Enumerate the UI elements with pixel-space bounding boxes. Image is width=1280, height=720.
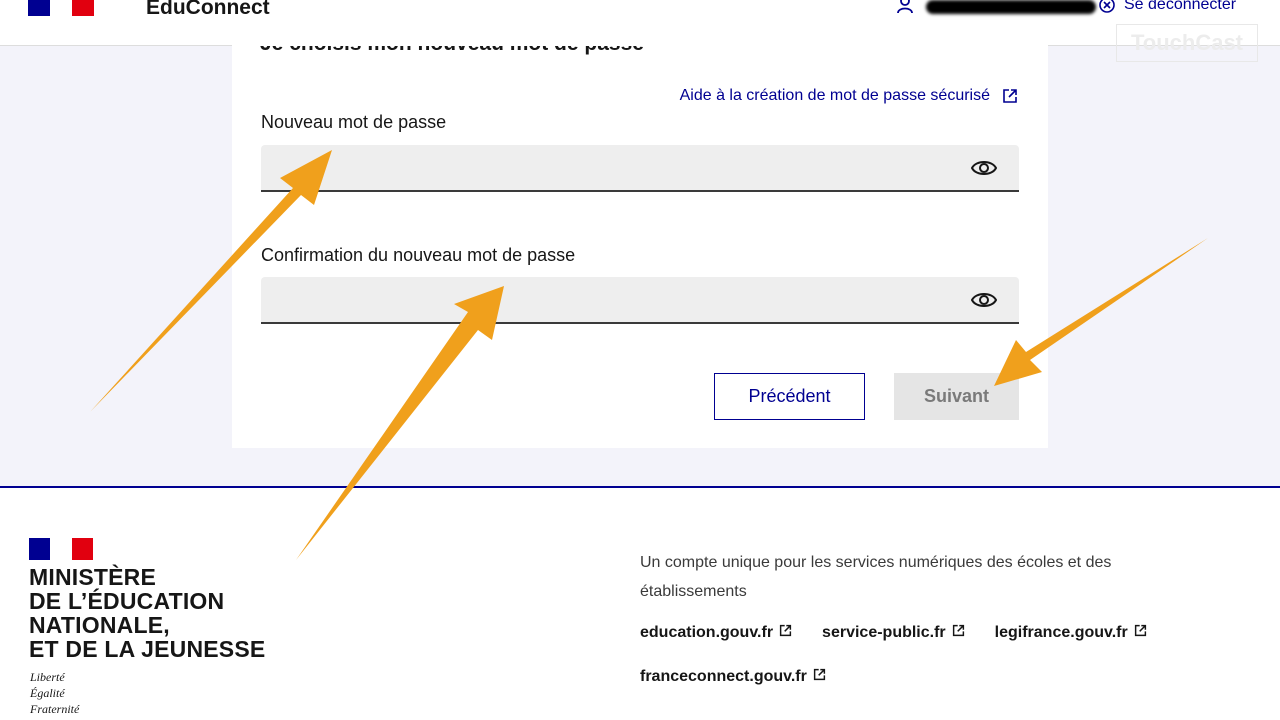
brand-name[interactable]: EduConnect xyxy=(146,0,270,20)
eye-icon[interactable] xyxy=(971,289,997,311)
footer-link-legifrance[interactable]: legifrance.gouv.fr xyxy=(995,624,1147,642)
confirm-password-label: Confirmation du nouveau mot de passe xyxy=(261,245,576,265)
password-form-card: Je choisis mon nouveau mot de passe Aide… xyxy=(232,40,1048,448)
footer-link-service-public[interactable]: service-public.fr xyxy=(822,624,965,642)
watermark: TouchCast xyxy=(1116,24,1258,62)
footer-link-education[interactable]: education.gouv.fr xyxy=(640,624,792,642)
new-password-input[interactable] xyxy=(261,145,1019,192)
footer-links: education.gouv.fr service-public.fr legi… xyxy=(640,624,1240,686)
confirm-password-input[interactable] xyxy=(261,277,1019,324)
logout-label: Se déconnecter xyxy=(1124,0,1237,13)
next-button[interactable]: Suivant xyxy=(894,373,1019,420)
marianne-flag-logo xyxy=(28,0,94,16)
password-help-link[interactable]: Aide à la création de mot de passe sécur… xyxy=(680,87,1018,105)
new-password-label: Nouveau mot de passe xyxy=(261,112,447,132)
marianne-flag-logo xyxy=(29,538,93,560)
footer-description: Un compte unique pour les services numér… xyxy=(640,554,1112,600)
external-link-icon xyxy=(813,668,825,680)
republic-motto: Liberté Égalité Fraternité xyxy=(30,670,80,716)
footer-link-franceconnect[interactable]: franceconnect.gouv.fr xyxy=(640,668,826,686)
redacted-username xyxy=(926,0,1096,14)
external-link-icon xyxy=(1003,89,1017,103)
external-link-icon xyxy=(1134,624,1146,636)
logout-button[interactable]: Se déconnecter xyxy=(1098,0,1236,14)
close-circle-icon xyxy=(1099,0,1115,13)
external-link-icon xyxy=(779,624,792,636)
eye-icon[interactable] xyxy=(971,157,997,179)
user-icon xyxy=(897,0,913,14)
page-footer: MINISTÈRE DE L’ÉDUCATION NATIONALE, ET D… xyxy=(0,486,1280,720)
external-link-icon xyxy=(952,624,964,636)
previous-button[interactable]: Précédent xyxy=(714,373,865,420)
ministry-name: MINISTÈRE DE L’ÉDUCATION NATIONALE, ET D… xyxy=(29,564,266,662)
help-link-label: Aide à la création de mot de passe sécur… xyxy=(679,87,990,104)
